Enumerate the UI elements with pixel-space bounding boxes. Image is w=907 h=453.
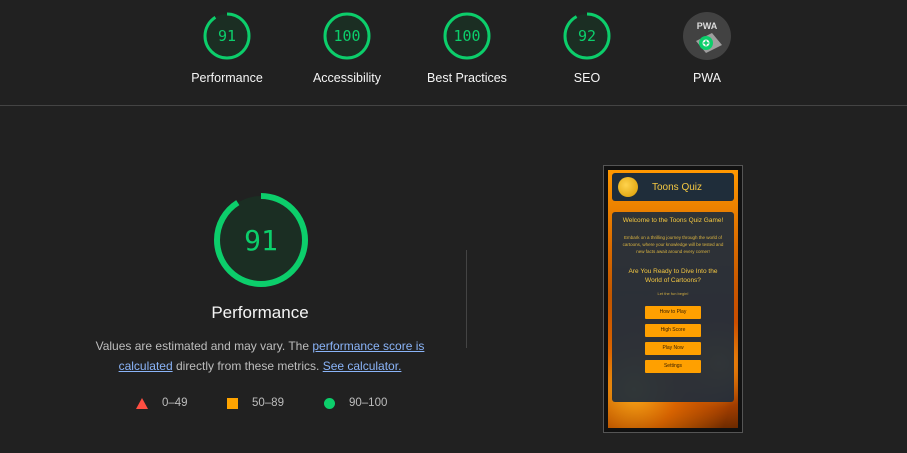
high-score-button: High Score: [645, 324, 701, 337]
legend-pass-label: 90–100: [349, 397, 388, 409]
performance-title: Performance: [211, 303, 309, 322]
gauge-label-seo: SEO: [573, 71, 601, 85]
settings-button: Settings: [645, 360, 701, 373]
fail-triangle-icon: [136, 397, 148, 409]
category-summary-bar: 91 Performance 100 Accessibility 100 Bes…: [0, 0, 907, 106]
final-screenshot-thumbnail[interactable]: Toons Quiz Welcome to the Toons Quiz Gam…: [603, 165, 743, 433]
see-calculator-link[interactable]: See calculator.: [323, 359, 402, 373]
gauge-performance[interactable]: 91 Performance: [172, 11, 282, 85]
gauge-label-best-practices: Best Practices: [427, 71, 507, 85]
performance-main-score: 91: [244, 224, 278, 257]
welcome-heading: Welcome to the Toons Quiz Game!: [622, 217, 724, 224]
welcome-card: Welcome to the Toons Quiz Game! Embark o…: [612, 212, 734, 402]
legend-fail-label: 0–49: [162, 397, 188, 409]
legend-average: 50–89: [227, 395, 284, 411]
gauge-label-performance: Performance: [191, 71, 263, 85]
gauge-seo[interactable]: 92 SEO: [532, 11, 642, 85]
gauge-pwa[interactable]: PWA PWA: [652, 11, 762, 85]
performance-score-ring: 91: [203, 12, 251, 60]
description-mid: directly from these metrics.: [172, 359, 323, 373]
best-practices-score: 100: [453, 27, 480, 45]
gauge-label-pwa: PWA: [692, 71, 721, 85]
accessibility-score: 100: [333, 27, 360, 45]
accessibility-score-ring: 100: [323, 12, 371, 60]
gauge-best-practices[interactable]: 100 Best Practices: [412, 11, 522, 85]
performance-description: Values are estimated and may vary. The p…: [90, 336, 430, 376]
performance-score: 91: [218, 27, 236, 45]
app-header: Toons Quiz: [612, 173, 734, 201]
intro-text: Embark on a thrilling journey through th…: [622, 235, 724, 254]
screenshot-content: Toons Quiz Welcome to the Toons Quiz Gam…: [608, 170, 738, 428]
app-logo-icon: [618, 177, 638, 197]
seo-score-ring: 92: [563, 12, 611, 60]
svg-text:PWA: PWA: [697, 21, 718, 31]
how-to-play-button: How to Play: [645, 306, 701, 319]
average-square-icon: [227, 397, 238, 409]
play-now-button: Play Now: [645, 342, 701, 355]
section-divider: [466, 250, 467, 348]
legend-fail: 0–49: [136, 395, 188, 411]
performance-main-gauge: 91: [214, 193, 308, 287]
pass-circle-icon: [324, 397, 335, 409]
sub-text: Let the fun begin!: [657, 291, 689, 296]
question-heading: Are You Ready to Dive Into the World of …: [628, 268, 718, 284]
legend-pass: 90–100: [324, 395, 387, 411]
seo-score: 92: [578, 27, 596, 45]
pwa-badge-icon: PWA: [683, 12, 731, 60]
best-practices-score-ring: 100: [443, 12, 491, 60]
legend-average-label: 50–89: [252, 397, 284, 409]
description-prefix: Values are estimated and may vary. The: [95, 339, 313, 353]
app-title: Toons Quiz: [652, 181, 703, 193]
gauge-accessibility[interactable]: 100 Accessibility: [292, 11, 402, 85]
gauge-label-accessibility: Accessibility: [312, 71, 382, 85]
